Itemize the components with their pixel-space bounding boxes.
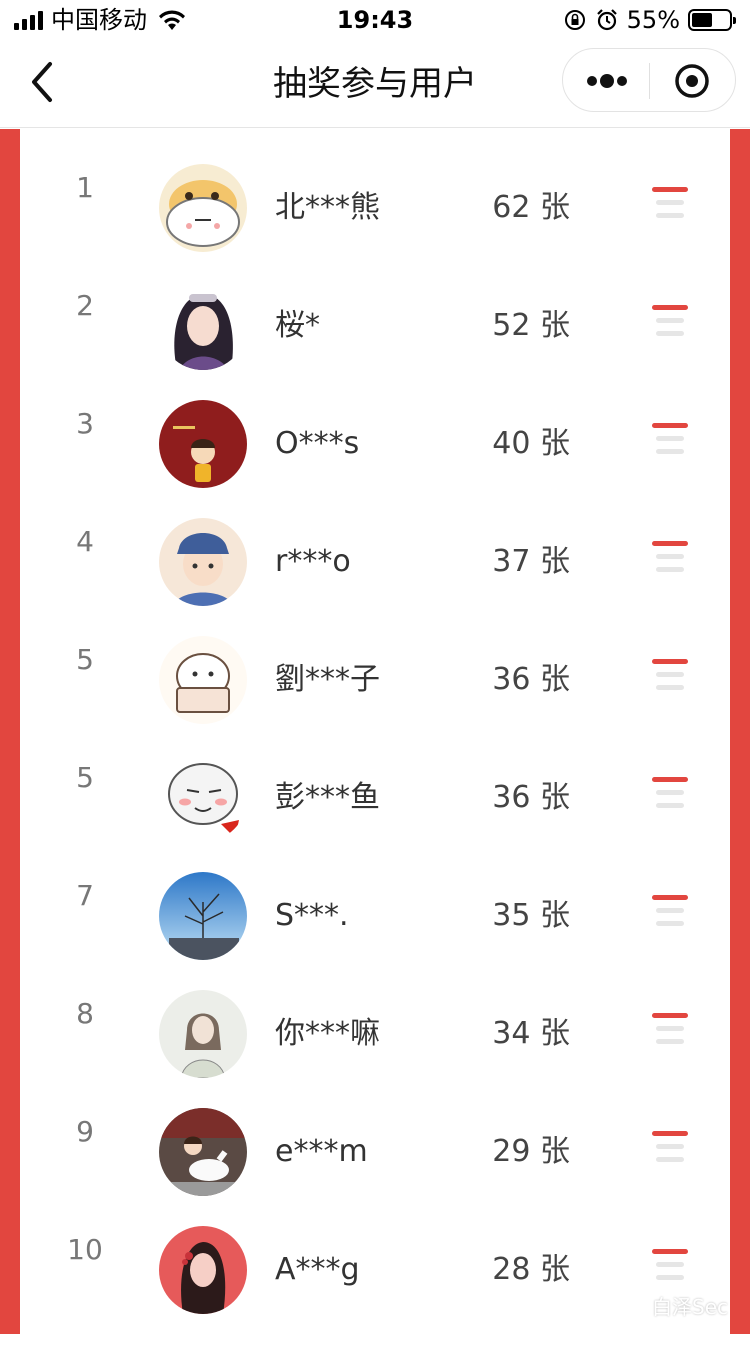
list-menu-icon[interactable]	[652, 777, 688, 811]
status-bar: 中国移动 19:43 55%	[0, 0, 750, 40]
list-item[interactable]: 4 r***o 37 张	[20, 483, 730, 601]
list-item[interactable]: 1 北***熊 62 张	[20, 129, 730, 247]
avatar	[159, 1108, 247, 1196]
list-menu-icon[interactable]	[652, 187, 688, 221]
content-frame: 1 北***熊 62 张 2 桜* 52 张 3 O***s 40 张	[0, 129, 750, 1334]
list-menu-icon[interactable]	[652, 1249, 688, 1283]
rank-number: 7	[60, 837, 110, 955]
list-item[interactable]: 5 彭***鱼 36 张	[20, 719, 730, 837]
avatar	[159, 1226, 247, 1314]
rank-number: 5	[60, 719, 110, 837]
avatar	[159, 164, 247, 252]
watermark-text: 白泽Sec	[652, 1291, 728, 1320]
avatar	[159, 636, 247, 724]
list-item[interactable]: 7 S***. 35 张	[20, 837, 730, 955]
rank-number: 9	[60, 1073, 110, 1191]
avatar	[159, 282, 247, 370]
rank-number: 4	[60, 483, 110, 601]
user-name: A***g	[275, 1191, 360, 1349]
rank-number: 2	[60, 247, 110, 365]
participant-list: 1 北***熊 62 张 2 桜* 52 张 3 O***s 40 张	[20, 129, 730, 1334]
rank-number: 1	[60, 129, 110, 247]
avatar	[159, 872, 247, 960]
rank-number: 8	[60, 955, 110, 1073]
more-dots-icon[interactable]	[585, 69, 629, 93]
list-menu-icon[interactable]	[652, 659, 688, 693]
close-target-icon[interactable]	[673, 62, 711, 100]
list-menu-icon[interactable]	[652, 895, 688, 929]
avatar	[159, 754, 247, 842]
list-menu-icon[interactable]	[652, 1013, 688, 1047]
avatar	[159, 400, 247, 488]
status-right: 55%	[563, 6, 732, 34]
alarm-icon	[595, 8, 619, 32]
list-menu-icon[interactable]	[652, 423, 688, 457]
avatar	[159, 518, 247, 606]
ticket-count: 28 张	[460, 1191, 570, 1349]
rotation-lock-icon	[563, 8, 587, 32]
avatar	[159, 990, 247, 1078]
list-menu-icon[interactable]	[652, 1131, 688, 1165]
capsule-divider	[649, 63, 650, 99]
list-item[interactable]: 9 e***m 29 张	[20, 1073, 730, 1191]
wechat-icon	[616, 1294, 646, 1318]
rank-number: 10	[60, 1191, 110, 1309]
list-item[interactable]: 8 你***嘛 34 张	[20, 955, 730, 1073]
miniprogram-capsule	[562, 48, 736, 112]
list-item[interactable]: 3 O***s 40 张	[20, 365, 730, 483]
list-item[interactable]: 5 劉***子 36 张	[20, 601, 730, 719]
watermark: 白泽Sec	[616, 1291, 728, 1320]
rank-number: 3	[60, 365, 110, 483]
rank-number: 5	[60, 601, 110, 719]
list-menu-icon[interactable]	[652, 305, 688, 339]
list-menu-icon[interactable]	[652, 541, 688, 575]
list-item[interactable]: 2 桜* 52 张	[20, 247, 730, 365]
nav-bar: 抽奖参与用户	[0, 40, 750, 128]
battery-icon	[688, 9, 732, 31]
battery-percent: 55%	[627, 6, 680, 34]
